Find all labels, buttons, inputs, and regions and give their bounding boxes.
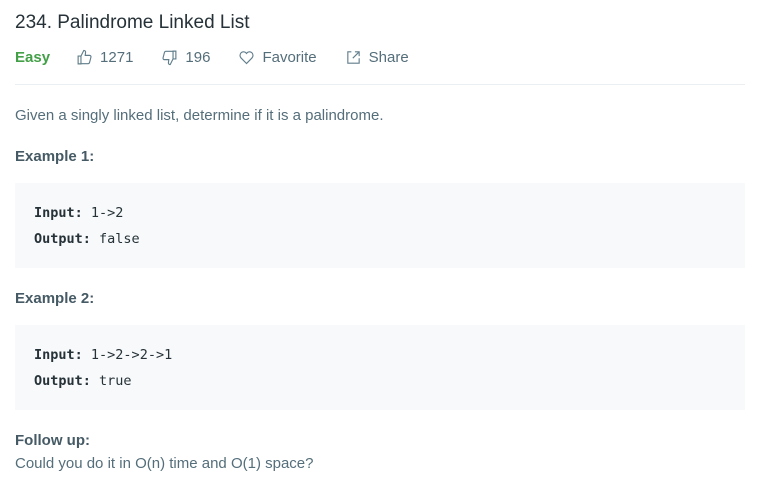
heart-icon: [239, 50, 255, 64]
share-button[interactable]: Share: [345, 49, 409, 66]
share-icon: [346, 50, 360, 64]
example-2-output-value: true: [99, 373, 132, 389]
example-1-block: Input: 1->2 Output: false: [15, 183, 745, 268]
difficulty-badge: Easy: [15, 48, 51, 66]
problem-description: Given a singly linked list, determine if…: [15, 107, 384, 124]
example-2-input-value: 1->2->2->1: [90, 347, 173, 363]
example-1-output-line: Output: false: [34, 226, 726, 252]
problem-title: 234. Palindrome Linked List: [15, 12, 250, 33]
example-1-output-value: false: [99, 231, 140, 247]
example-1-title: Example 1:: [15, 148, 95, 165]
favorite-button[interactable]: Favorite: [238, 48, 317, 66]
example-1-input-line: Input: 1->2: [34, 200, 726, 226]
problem-meta-bar: Easy 1271 196 Favorite Share: [15, 44, 745, 70]
example-2-input-label: Input:: [34, 347, 83, 363]
example-2-output-line: Output: true: [34, 368, 726, 394]
dislike-button[interactable]: 196: [161, 49, 210, 66]
thumbs-up-icon: [77, 49, 92, 64]
example-1-input-label: Input:: [34, 205, 83, 221]
follow-up-title: Follow up:: [15, 432, 90, 449]
problem-page: 234. Palindrome Linked List Easy 1271 19…: [0, 0, 760, 474]
header-divider: [15, 84, 745, 85]
like-button[interactable]: 1271: [76, 49, 133, 66]
thumbs-down-icon: [162, 50, 177, 65]
example-1-output-label: Output:: [34, 231, 91, 247]
share-label: Share: [368, 48, 409, 66]
like-count: 1271: [100, 48, 134, 66]
example-2-block: Input: 1->2->2->1 Output: true: [15, 325, 745, 410]
dislike-count: 196: [185, 48, 211, 66]
example-2-input-line: Input: 1->2->2->1: [34, 342, 726, 368]
example-2-output-label: Output:: [34, 373, 91, 389]
example-2-title: Example 2:: [15, 290, 95, 307]
favorite-label: Favorite: [262, 48, 317, 66]
example-1-input-value: 1->2: [90, 205, 124, 221]
follow-up-text: Could you do it in O(n) time and O(1) sp…: [15, 455, 314, 472]
